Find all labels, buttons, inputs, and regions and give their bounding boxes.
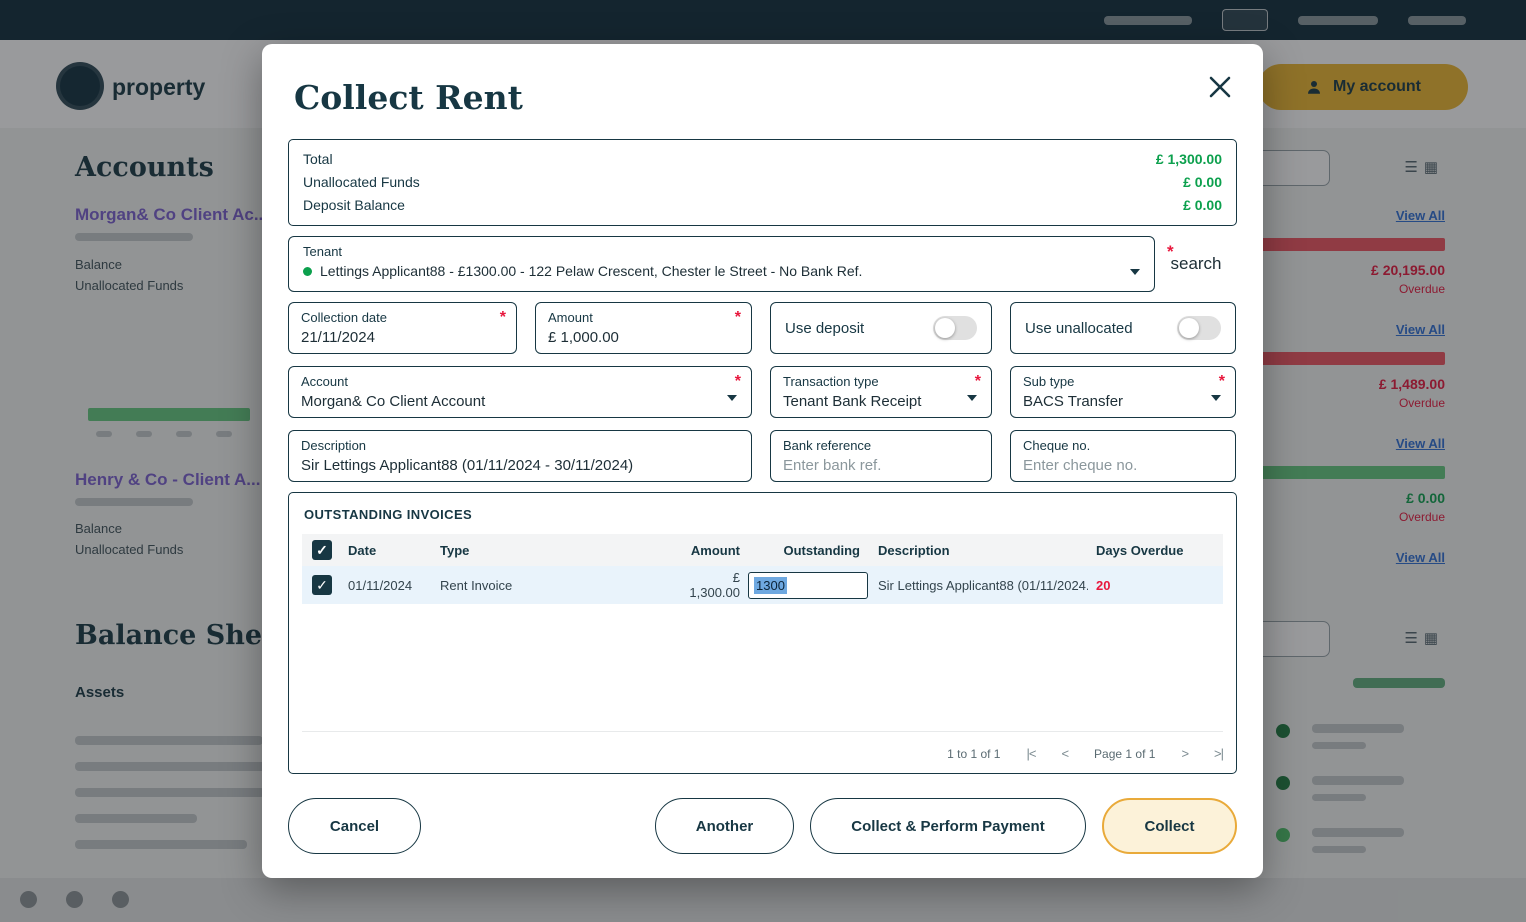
amount-label: Amount <box>548 310 739 325</box>
tenant-select[interactable]: Tenant Lettings Applicant88 - £1300.00 -… <box>288 236 1155 292</box>
account-value[interactable]: Morgan& Co Client Account <box>301 393 739 410</box>
summary-row-unallocated: Unallocated Funds £ 0.00 <box>303 171 1222 194</box>
cheque-no-field[interactable]: Cheque no. <box>1010 430 1236 482</box>
amount-field[interactable]: * Amount £ 1,000.00 <box>535 302 752 354</box>
cancel-button[interactable]: Cancel <box>288 798 421 854</box>
dialog-footer: Cancel Another Collect & Perform Payment… <box>288 798 1237 854</box>
fields-row-2: * Account Morgan& Co Client Account * Tr… <box>288 366 1237 418</box>
toggle-knob <box>1179 318 1199 338</box>
use-deposit-label: Use deposit <box>785 320 864 337</box>
pagination-page-label: Page 1 of 1 <box>1094 747 1155 761</box>
outstanding-invoices-panel: OUTSTANDING INVOICES ✓ Date Type Amount … <box>288 492 1237 774</box>
summary-value: £ 0.00 <box>1183 171 1222 194</box>
summary-value: £ 0.00 <box>1183 194 1222 217</box>
fields-row-1: * Collection date 21/11/2024 * Amount £ … <box>288 302 1237 354</box>
summary-label: Deposit Balance <box>303 194 405 217</box>
invoices-pagination: 1 to 1 of 1 |< < Page 1 of 1 > >| <box>302 731 1223 761</box>
col-header-description: Description <box>870 543 1088 558</box>
transaction-type-value[interactable]: Tenant Bank Receipt <box>783 393 979 410</box>
col-header-days-overdue: Days Overdue <box>1088 543 1223 558</box>
col-header-amount: Amount <box>680 543 744 558</box>
prev-page-icon[interactable]: < <box>1061 746 1068 761</box>
another-button[interactable]: Another <box>655 798 794 854</box>
status-dot-icon <box>303 267 312 276</box>
description-field[interactable]: Description Sir Lettings Applicant88 (01… <box>288 430 752 482</box>
use-unallocated-label: Use unallocated <box>1025 320 1133 337</box>
bank-reference-input[interactable] <box>783 457 979 474</box>
sub-type-select[interactable]: * Sub type BACS Transfer <box>1010 366 1236 418</box>
col-header-outstanding: Outstanding <box>744 543 870 558</box>
pagination-range: 1 to 1 of 1 <box>947 747 1000 761</box>
outstanding-invoices-title: OUTSTANDING INVOICES <box>304 507 1223 522</box>
account-select[interactable]: * Account Morgan& Co Client Account <box>288 366 752 418</box>
summary-row-deposit: Deposit Balance £ 0.00 <box>303 194 1222 217</box>
use-unallocated-toggle[interactable] <box>1177 316 1221 340</box>
use-deposit-toggle[interactable] <box>933 316 977 340</box>
toggle-knob <box>935 318 955 338</box>
tenant-search-button[interactable]: * search <box>1155 236 1237 292</box>
summary-label: Total <box>303 148 333 171</box>
transaction-type-label: Transaction type <box>783 374 979 389</box>
invoices-table-header: ✓ Date Type Amount Outstanding Descripti… <box>302 534 1223 566</box>
tenant-label: Tenant <box>303 244 1140 259</box>
chevron-down-icon[interactable] <box>727 395 737 401</box>
invoice-days-overdue: 20 <box>1088 578 1223 593</box>
first-page-icon[interactable]: |< <box>1026 746 1035 761</box>
required-asterisk: * <box>735 373 741 391</box>
account-label: Account <box>301 374 739 389</box>
description-label: Description <box>301 438 739 453</box>
col-header-type: Type <box>440 543 680 558</box>
collect-and-perform-payment-button[interactable]: Collect & Perform Payment <box>810 798 1086 854</box>
cheque-no-label: Cheque no. <box>1023 438 1223 453</box>
outstanding-cell: 1300 <box>744 572 870 599</box>
bank-reference-field[interactable]: Bank reference <box>770 430 992 482</box>
use-deposit-field: Use deposit <box>770 302 992 354</box>
invoice-table-row[interactable]: ✓ 01/11/2024 Rent Invoice £ 1,300.00 130… <box>302 566 1223 604</box>
summary-row-total: Total £ 1,300.00 <box>303 148 1222 171</box>
collection-date-label: Collection date <box>301 310 504 325</box>
required-asterisk: * <box>500 309 506 327</box>
invoice-type: Rent Invoice <box>440 578 680 593</box>
required-asterisk: * <box>975 373 981 391</box>
sub-type-value[interactable]: BACS Transfer <box>1023 393 1223 410</box>
close-icon[interactable] <box>1207 74 1233 100</box>
transaction-type-select[interactable]: * Transaction type Tenant Bank Receipt <box>770 366 992 418</box>
tenant-search-label: search <box>1170 254 1221 274</box>
last-page-icon[interactable]: >| <box>1214 746 1223 761</box>
collection-date-field[interactable]: * Collection date 21/11/2024 <box>288 302 517 354</box>
next-page-icon[interactable]: > <box>1181 746 1188 761</box>
invoice-description: Sir Lettings Applicant88 (01/11/2024... <box>870 578 1088 593</box>
tenant-selected-value: Lettings Applicant88 - £1300.00 - 122 Pe… <box>303 263 1140 279</box>
dialog-title: Collect Rent <box>294 78 1237 117</box>
required-asterisk: * <box>1167 242 1174 262</box>
totals-summary: Total £ 1,300.00 Unallocated Funds £ 0.0… <box>288 139 1237 226</box>
cheque-no-input[interactable] <box>1023 457 1223 474</box>
required-asterisk: * <box>1219 373 1225 391</box>
collect-button[interactable]: Collect <box>1102 798 1237 854</box>
chevron-down-icon[interactable] <box>1211 395 1221 401</box>
sub-type-label: Sub type <box>1023 374 1223 389</box>
collect-rent-dialog: Collect Rent Total £ 1,300.00 Unallocate… <box>262 44 1263 878</box>
summary-value: £ 1,300.00 <box>1156 148 1222 171</box>
row-checkbox[interactable]: ✓ <box>312 575 332 595</box>
select-all-checkbox[interactable]: ✓ <box>312 540 332 560</box>
chevron-down-icon[interactable] <box>1130 269 1140 275</box>
tenant-value-text: Lettings Applicant88 - £1300.00 - 122 Pe… <box>320 263 862 279</box>
use-unallocated-field: Use unallocated <box>1010 302 1236 354</box>
required-asterisk: * <box>735 309 741 327</box>
col-header-date: Date <box>348 543 440 558</box>
chevron-down-icon[interactable] <box>967 395 977 401</box>
summary-label: Unallocated Funds <box>303 171 420 194</box>
description-value[interactable]: Sir Lettings Applicant88 (01/11/2024 - 3… <box>301 457 739 474</box>
amount-value[interactable]: £ 1,000.00 <box>548 329 739 346</box>
tenant-row: Tenant Lettings Applicant88 - £1300.00 -… <box>288 236 1237 292</box>
outstanding-amount-input[interactable]: 1300 <box>748 572 868 599</box>
bank-reference-label: Bank reference <box>783 438 979 453</box>
selected-text: 1300 <box>754 577 787 594</box>
collection-date-value[interactable]: 21/11/2024 <box>301 329 504 346</box>
invoice-amount: £ 1,300.00 <box>680 570 744 600</box>
fields-row-3: Description Sir Lettings Applicant88 (01… <box>288 430 1237 482</box>
invoice-date: 01/11/2024 <box>348 578 440 593</box>
